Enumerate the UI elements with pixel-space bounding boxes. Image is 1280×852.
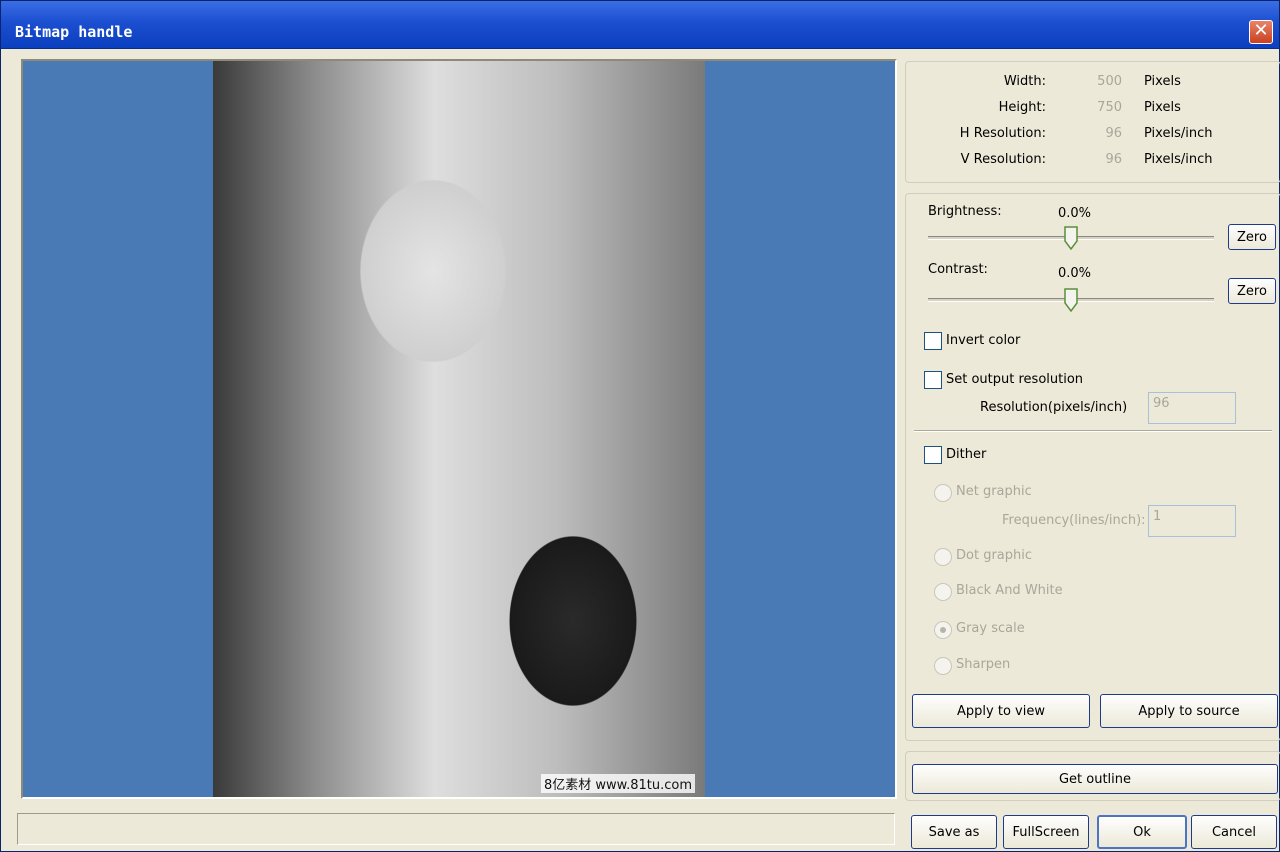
info-row-height: Height: 750 Pixels bbox=[906, 100, 1280, 122]
close-icon[interactable]: ✕ bbox=[1249, 20, 1273, 44]
gray-scale-radio[interactable] bbox=[934, 621, 952, 639]
apply-to-source-button[interactable]: Apply to source bbox=[1100, 694, 1278, 728]
frequency-input[interactable]: 1 bbox=[1148, 505, 1236, 537]
black-and-white-label: Black And White bbox=[956, 583, 1063, 598]
gray-scale-selected-dot bbox=[940, 627, 946, 633]
photo-watermark: 8亿素材 www.81tu.com bbox=[540, 774, 695, 793]
height-value: 750 bbox=[1097, 100, 1122, 115]
apply-to-view-button[interactable]: Apply to view bbox=[912, 694, 1090, 728]
net-graphic-radio[interactable] bbox=[934, 484, 952, 502]
cancel-button[interactable]: Cancel bbox=[1191, 815, 1277, 849]
gray-scale-label: Gray scale bbox=[956, 621, 1025, 636]
sharpen-label: Sharpen bbox=[956, 657, 1011, 672]
v-resolution-value: 96 bbox=[1105, 152, 1122, 167]
v-resolution-unit: Pixels/inch bbox=[1144, 152, 1213, 167]
h-resolution-label: H Resolution: bbox=[959, 126, 1046, 141]
dither-label[interactable]: Dither bbox=[946, 447, 986, 462]
ok-button[interactable]: Ok bbox=[1097, 815, 1187, 849]
invert-color-label[interactable]: Invert color bbox=[946, 333, 1020, 348]
dot-graphic-label: Dot graphic bbox=[956, 548, 1033, 563]
brightness-zero-button[interactable]: Zero bbox=[1228, 224, 1276, 250]
info-row-width: Width: 500 Pixels bbox=[906, 74, 1280, 96]
dot-graphic-radio[interactable] bbox=[934, 548, 952, 566]
dither-checkbox[interactable] bbox=[924, 446, 942, 464]
width-value: 500 bbox=[1097, 74, 1122, 89]
height-unit: Pixels bbox=[1144, 100, 1181, 115]
height-label: Height: bbox=[998, 100, 1046, 115]
divider bbox=[914, 430, 1272, 432]
black-and-white-radio[interactable] bbox=[934, 583, 952, 601]
frequency-label: Frequency(lines/inch): bbox=[1002, 513, 1146, 528]
set-output-resolution-checkbox[interactable] bbox=[924, 371, 942, 389]
info-row-h-resolution: H Resolution: 96 Pixels/inch bbox=[906, 126, 1280, 148]
outline-panel: Get outline bbox=[905, 751, 1280, 801]
image-info-panel: Width: 500 Pixels Height: 750 Pixels H R… bbox=[905, 61, 1280, 183]
width-label: Width: bbox=[1003, 74, 1046, 89]
window-title: Bitmap handle bbox=[15, 23, 133, 41]
brightness-value: 0.0% bbox=[1058, 206, 1092, 221]
info-row-v-resolution: V Resolution: 96 Pixels/inch bbox=[906, 152, 1280, 174]
adjustment-panel: Brightness: 0.0% Zero Contrast: 0.0% Zer… bbox=[905, 193, 1280, 741]
save-as-button[interactable]: Save as bbox=[911, 815, 997, 849]
sharpen-radio[interactable] bbox=[934, 657, 952, 675]
set-output-resolution-label[interactable]: Set output resolution bbox=[946, 372, 1083, 387]
h-resolution-unit: Pixels/inch bbox=[1144, 126, 1213, 141]
get-outline-button[interactable]: Get outline bbox=[912, 764, 1278, 794]
resolution-label: Resolution(pixels/inch) bbox=[980, 400, 1128, 415]
contrast-slider-thumb[interactable] bbox=[1064, 288, 1078, 312]
h-resolution-value: 96 bbox=[1105, 126, 1122, 141]
width-unit: Pixels bbox=[1144, 74, 1181, 89]
brightness-label: Brightness: bbox=[928, 204, 1002, 219]
fullscreen-button[interactable]: FullScreen bbox=[1003, 815, 1089, 849]
contrast-zero-button[interactable]: Zero bbox=[1228, 278, 1276, 304]
image-preview[interactable]: 8亿素材 www.81tu.com bbox=[21, 59, 897, 799]
v-resolution-label: V Resolution: bbox=[960, 152, 1046, 167]
net-graphic-label: Net graphic bbox=[956, 484, 1032, 499]
status-bar bbox=[17, 813, 895, 845]
contrast-value: 0.0% bbox=[1058, 266, 1092, 281]
resolution-input[interactable]: 96 bbox=[1148, 392, 1236, 424]
title-bar[interactable]: Bitmap handle ✕ bbox=[1, 1, 1279, 49]
bitmap-handle-dialog: Bitmap handle ✕ 8亿素材 www.81tu.com Width:… bbox=[0, 0, 1280, 852]
contrast-label: Contrast: bbox=[928, 262, 988, 277]
preview-photo: 8亿素材 www.81tu.com bbox=[213, 61, 705, 797]
invert-color-checkbox[interactable] bbox=[924, 332, 942, 350]
brightness-slider-thumb[interactable] bbox=[1064, 226, 1078, 250]
